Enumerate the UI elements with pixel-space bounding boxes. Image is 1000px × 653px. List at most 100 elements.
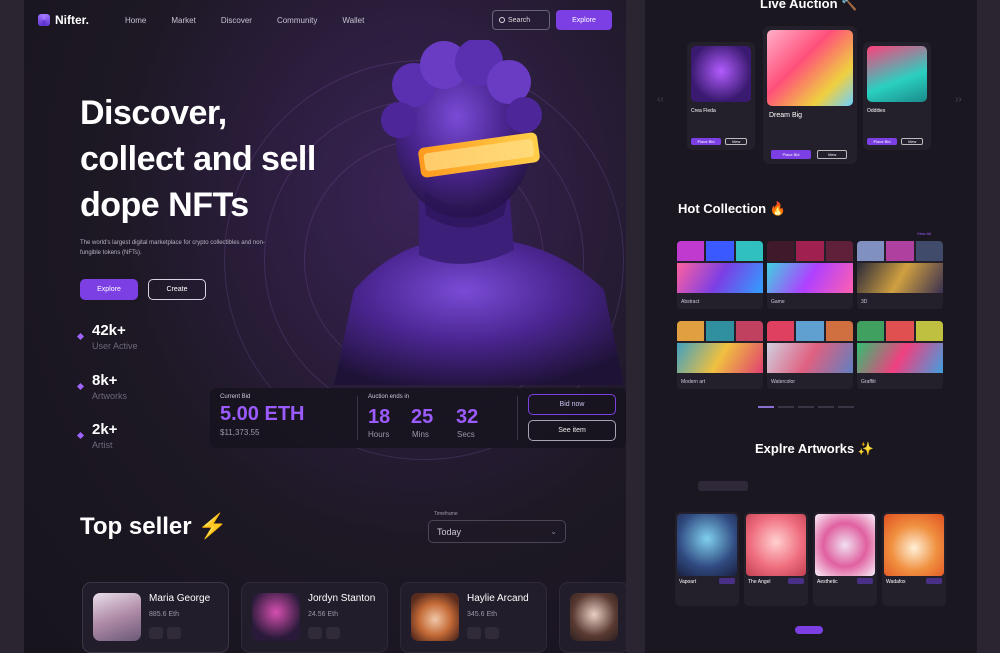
artwork-name: Wadafox: [886, 579, 906, 585]
sparkle-icon: ✨: [857, 441, 875, 456]
collection-name: Game: [771, 299, 785, 305]
gavel-icon: 🔨: [841, 0, 858, 11]
view-button[interactable]: View: [901, 138, 923, 145]
bid-button[interactable]: [719, 578, 735, 584]
seller-eth: 885.6 Eth: [149, 611, 179, 618]
hero-subtitle: The world's largest digital marketplace …: [80, 240, 265, 256]
pager-dot[interactable]: [818, 406, 834, 408]
nav-links: Home Market Discover Community Wallet: [125, 16, 364, 25]
place-bid-button[interactable]: Place Bid: [691, 138, 721, 145]
diamond-icon: [76, 332, 85, 341]
collection-card[interactable]: Modern art: [677, 321, 763, 389]
nav-link-home[interactable]: Home: [125, 16, 146, 25]
auction-card[interactable]: Crea Fleda Place Bid View: [687, 42, 755, 150]
search-label: Search: [508, 16, 531, 24]
bid-button[interactable]: [788, 578, 804, 584]
hero-title-line: Discover,: [80, 94, 227, 132]
auction-image: [767, 30, 853, 106]
stat-value: 42k+: [92, 322, 126, 339]
artwork-card[interactable]: The Angel: [744, 512, 808, 606]
hero-title: Discover, collect and sell dope NFTs: [80, 90, 316, 228]
load-more-button[interactable]: [795, 626, 823, 634]
chevron-left-icon[interactable]: ‹‹: [657, 94, 664, 105]
nav-explore-button[interactable]: Explore: [556, 10, 612, 30]
fire-icon: 🔥: [769, 201, 786, 216]
hero-create-button[interactable]: Create: [148, 279, 206, 300]
artwork-card[interactable]: Vapoart: [675, 512, 739, 606]
seller-name: Jordyn Stanton: [308, 593, 376, 604]
artwork-name: The Angel: [748, 579, 771, 585]
pager-dot[interactable]: [838, 406, 854, 408]
timeframe-select[interactable]: Today ⌄: [428, 520, 566, 543]
auction-image: [867, 46, 927, 102]
place-bid-button[interactable]: Place Bid: [771, 150, 811, 159]
top-navigation: Nifter. Home Market Discover Community W…: [38, 8, 612, 32]
seller-name: Maria George: [149, 593, 211, 604]
seller-card[interactable]: [559, 582, 626, 653]
add-icon[interactable]: [167, 627, 181, 639]
auction-card[interactable]: Oddities Place Bid View: [863, 42, 931, 150]
bid-now-button[interactable]: Bid now: [528, 394, 616, 415]
view-button[interactable]: View: [725, 138, 747, 145]
hot-collection-title: Hot Collection: [678, 201, 767, 216]
chevron-right-icon[interactable]: ››: [955, 94, 962, 105]
add-icon[interactable]: [485, 627, 499, 639]
chevron-down-icon: ⌄: [550, 527, 557, 536]
collection-card[interactable]: Abstract: [677, 241, 763, 309]
auction-name: Dream Big: [769, 112, 803, 119]
collection-name: Watercolor: [771, 379, 795, 385]
place-bid-button[interactable]: Place Bid: [867, 138, 897, 145]
follow-icon[interactable]: [467, 627, 481, 639]
nav-link-discover[interactable]: Discover: [221, 16, 252, 25]
nav-link-community[interactable]: Community: [277, 16, 317, 25]
filter-tab[interactable]: [698, 481, 749, 491]
seller-eth: 24.56 Eth: [308, 611, 338, 618]
collection-card[interactable]: Watercolor: [767, 321, 853, 389]
pager-dot[interactable]: [778, 406, 794, 408]
stat-value: 8k+: [92, 372, 118, 389]
hot-collection-heading: Hot Collection 🔥: [678, 201, 786, 217]
see-item-button[interactable]: See item: [528, 420, 616, 441]
artwork-card[interactable]: Aesthetic: [813, 512, 877, 606]
lightning-icon: ⚡: [197, 513, 228, 540]
search-icon: [499, 17, 505, 23]
follow-icon[interactable]: [308, 627, 322, 639]
collection-card[interactable]: Game: [767, 241, 853, 309]
artwork-filter-tabs: [698, 480, 950, 492]
stat-label: Artist: [92, 440, 113, 450]
add-icon[interactable]: [326, 627, 340, 639]
artwork-card[interactable]: Wadafox: [882, 512, 946, 606]
current-bid-usd: $11,373.55: [220, 428, 260, 437]
auction-image: [691, 46, 751, 102]
stat-label: User Active: [92, 341, 138, 351]
collection-name: Abstract: [681, 299, 700, 305]
top-seller-title: Top seller: [80, 513, 192, 540]
auction-card[interactable]: Dream Big Place Bid View: [763, 26, 857, 164]
hero-explore-button[interactable]: Explore: [80, 279, 138, 300]
search-button[interactable]: Search: [492, 10, 550, 30]
collection-name: 3D: [861, 299, 868, 305]
carousel-pager: [758, 406, 854, 408]
pager-dot[interactable]: [758, 406, 774, 408]
collection-name: Modern art: [681, 379, 706, 385]
nav-link-market[interactable]: Market: [171, 16, 195, 25]
current-bid-eth: 5.00 ETH: [220, 403, 305, 425]
collection-card[interactable]: Graffiti: [857, 321, 943, 389]
view-button[interactable]: View: [817, 150, 847, 159]
bid-button[interactable]: [926, 578, 942, 584]
seller-card[interactable]: Haylie Arcand 345.6 Eth: [400, 582, 547, 653]
marketplace-panel: Live Auction 🔨 ‹‹ ›› Crea Fleda Place Bi…: [645, 0, 977, 653]
bid-button[interactable]: [857, 578, 873, 584]
countdown-mins-label: Mins: [412, 430, 429, 439]
collection-card[interactable]: 3D: [857, 241, 943, 309]
seller-card[interactable]: Jordyn Stanton 24.56 Eth: [241, 582, 388, 653]
seller-card[interactable]: Maria George 885.6 Eth: [82, 582, 229, 653]
view-all-link[interactable]: View All: [917, 231, 931, 236]
nav-link-wallet[interactable]: Wallet: [342, 16, 364, 25]
stat-value: 2k+: [92, 421, 118, 438]
follow-icon[interactable]: [149, 627, 163, 639]
hero-nft-statue-image: [334, 40, 624, 385]
brand-logo[interactable]: Nifter.: [38, 13, 89, 27]
pager-dot[interactable]: [798, 406, 814, 408]
diamond-icon: [76, 382, 85, 391]
